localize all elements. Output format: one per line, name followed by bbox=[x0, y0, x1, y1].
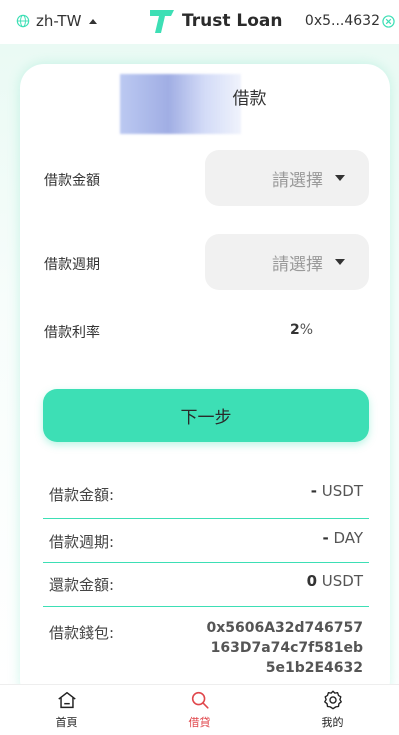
summary-value: 0 USDT bbox=[306, 572, 363, 590]
dropdown-arrow-icon bbox=[335, 259, 345, 265]
summary-value: - USDT bbox=[310, 482, 363, 500]
gear-icon bbox=[323, 690, 342, 710]
rate-number: 2 bbox=[290, 322, 300, 338]
dropdown-arrow-icon bbox=[335, 175, 345, 181]
language-selector[interactable]: zh-TW bbox=[16, 12, 98, 30]
rate-unit: % bbox=[299, 322, 314, 338]
summary-row-amount: 借款金額: - USDT bbox=[43, 478, 369, 519]
summary-label: 借款金額: bbox=[49, 486, 115, 504]
loan-amount-select[interactable]: 請選擇 bbox=[205, 150, 369, 206]
summary-value: - DAY bbox=[322, 529, 363, 547]
loan-rate-label: 借款利率 bbox=[44, 325, 100, 341]
bottom-nav: 首頁 借貸 我的 bbox=[0, 684, 399, 735]
home-icon bbox=[57, 691, 76, 709]
search-icon bbox=[191, 691, 209, 709]
nav-item-loan[interactable]: 借貸 bbox=[133, 685, 266, 735]
wallet-address-short: 0x5...4632 bbox=[304, 13, 380, 29]
wallet-address-chip[interactable]: 0x5...4632 bbox=[305, 13, 395, 29]
logo: Trust Loan bbox=[148, 7, 282, 35]
language-label: zh-TW bbox=[36, 12, 82, 30]
nav-label: 我的 bbox=[321, 716, 344, 729]
next-step-button[interactable]: 下一步 bbox=[43, 389, 369, 442]
summary-row-repayment: 還款金額: 0 USDT bbox=[43, 563, 369, 607]
brand-name: Trust Loan bbox=[182, 11, 283, 31]
summary-label: 還款金額: bbox=[49, 576, 115, 594]
top-header: zh-TW Trust Loan 0x5...4632 bbox=[0, 0, 399, 44]
caret-up-icon bbox=[89, 18, 98, 24]
loan-period-select[interactable]: 請選擇 bbox=[205, 234, 369, 290]
summary-row-period: 借款週期: - DAY bbox=[43, 519, 369, 563]
globe-icon bbox=[16, 14, 30, 28]
wallet-label: 借款錢包: bbox=[49, 624, 115, 642]
nav-label: 首頁 bbox=[55, 716, 78, 729]
close-icon[interactable] bbox=[382, 14, 395, 28]
loan-amount-label: 借款金額 bbox=[44, 173, 100, 189]
nav-item-profile[interactable]: 我的 bbox=[266, 685, 399, 735]
loan-amount-placeholder: 請選擇 bbox=[272, 170, 323, 191]
wallet-address-full: 0x5606A32d746757 163D7a74c7f581eb 5e1b2E… bbox=[206, 620, 363, 676]
page-title: 借款 bbox=[232, 89, 267, 109]
trust-loan-logo-icon bbox=[150, 10, 174, 33]
loan-period-label: 借款週期 bbox=[44, 257, 100, 273]
nav-item-home[interactable]: 首頁 bbox=[0, 685, 133, 735]
loan-rate-value: 2% bbox=[290, 322, 313, 338]
loan-period-placeholder: 請選擇 bbox=[272, 254, 323, 275]
nav-label: 借貸 bbox=[188, 716, 211, 729]
summary-label: 借款週期: bbox=[49, 533, 115, 551]
